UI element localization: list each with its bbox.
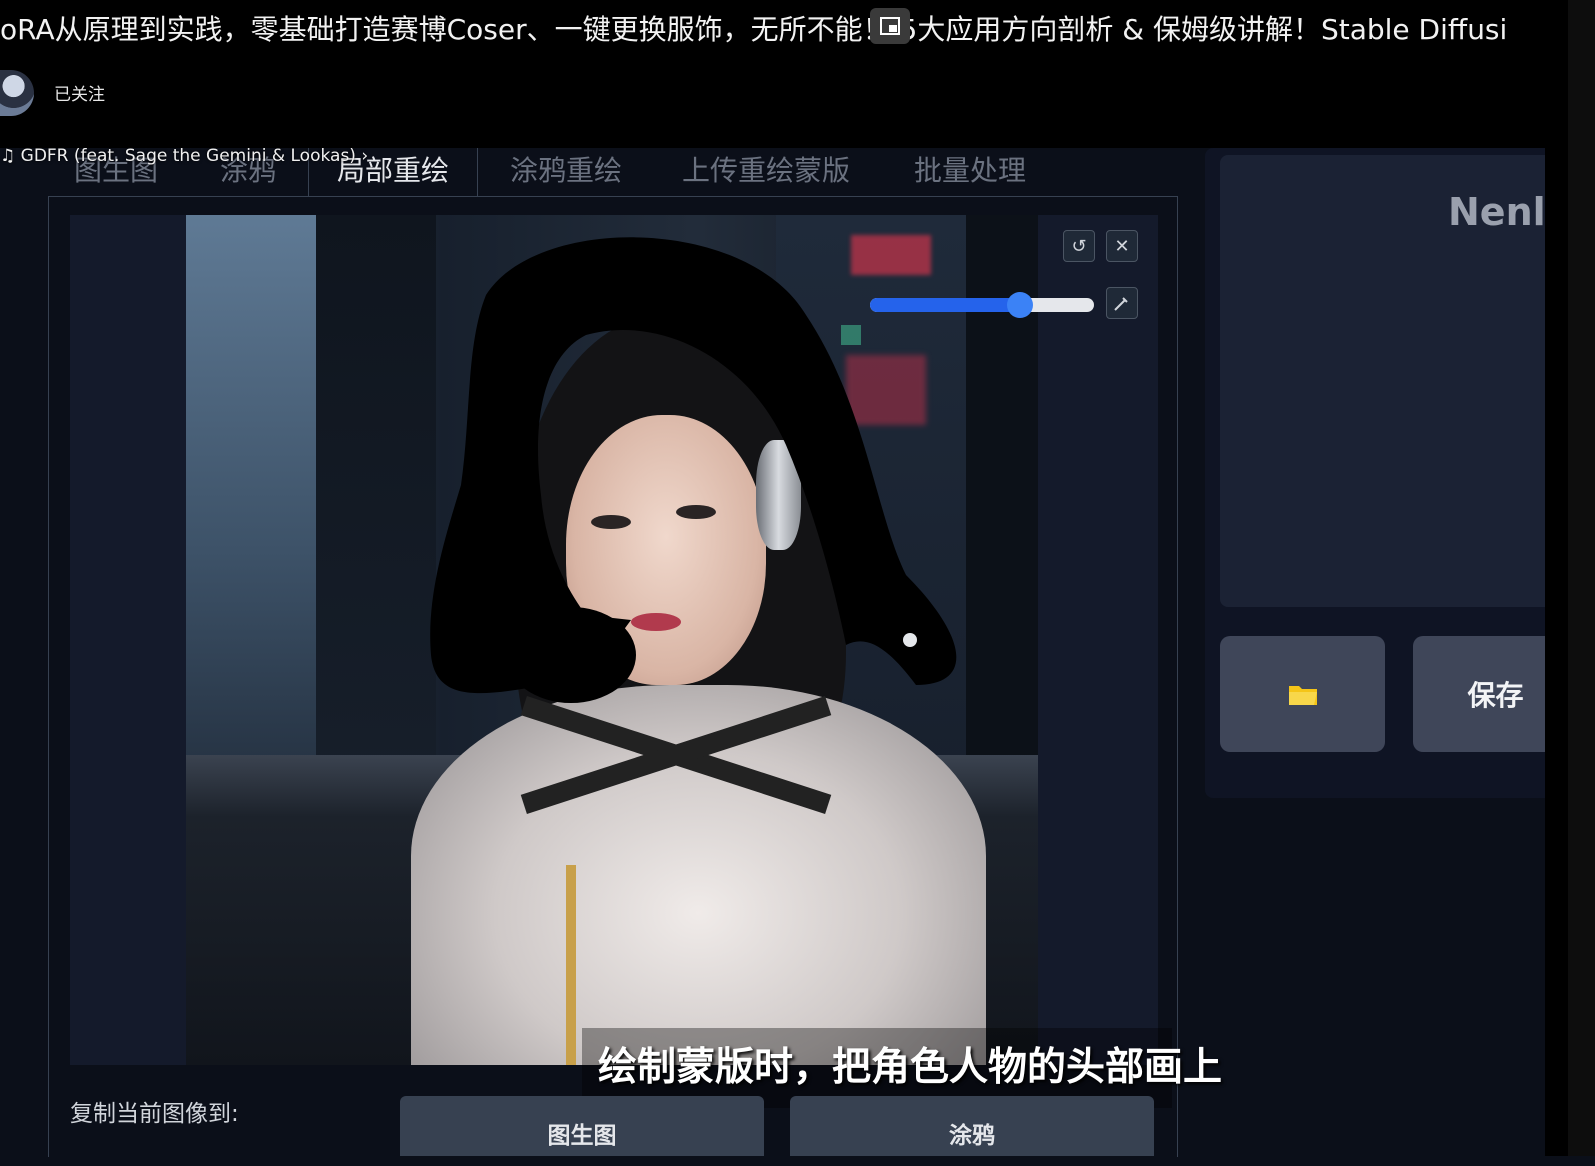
tab-inpaint-upload[interactable]: 上传重绘蒙版: [682, 148, 850, 196]
save-label: 保存: [1467, 679, 1524, 712]
brush-button[interactable]: [1106, 287, 1138, 319]
music-info[interactable]: ♫ GDFR (feat. Sage the Gemini & Lookas) …: [0, 146, 368, 166]
undo-icon: ↺: [1071, 235, 1087, 257]
folder-icon: [1288, 686, 1317, 705]
inpaint-canvas[interactable]: [186, 215, 1038, 1065]
video-header: oRA从原理到实践，零基础打造赛博Coser、一键更换服饰，无所不能！ 5大应用…: [0, 0, 1568, 148]
tab-batch[interactable]: 批量处理: [914, 148, 1026, 196]
undo-button[interactable]: ↺: [1063, 230, 1095, 262]
window-edge: [1568, 0, 1595, 1156]
brush-size-fill: [870, 298, 1021, 312]
video-title: oRA从原理到实践，零基础打造赛博Coser、一键更换服饰，无所不能！ 5大应用…: [0, 13, 1508, 46]
video-edge: [1545, 0, 1569, 1156]
brush-size-slider[interactable]: [870, 298, 1094, 312]
follow-status[interactable]: 已关注: [54, 80, 105, 105]
brush-icon: [1114, 297, 1128, 311]
clear-button[interactable]: ✕: [1106, 230, 1138, 262]
inpaint-mask: [430, 237, 957, 703]
brush-size-thumb[interactable]: [1007, 292, 1034, 318]
copy-to-label: 复制当前图像到:: [70, 1101, 239, 1127]
picture-in-picture-icon[interactable]: [870, 8, 910, 44]
tab-inpaint-sketch[interactable]: 涂鸦重绘: [510, 148, 622, 196]
close-icon: ✕: [1114, 235, 1130, 257]
copy-to-sketch-button[interactable]: 涂鸦: [790, 1096, 1154, 1156]
copy-to-img2img-button[interactable]: 图生图: [400, 1096, 764, 1156]
avatar[interactable]: [0, 70, 34, 116]
open-folder-button[interactable]: [1220, 636, 1385, 752]
